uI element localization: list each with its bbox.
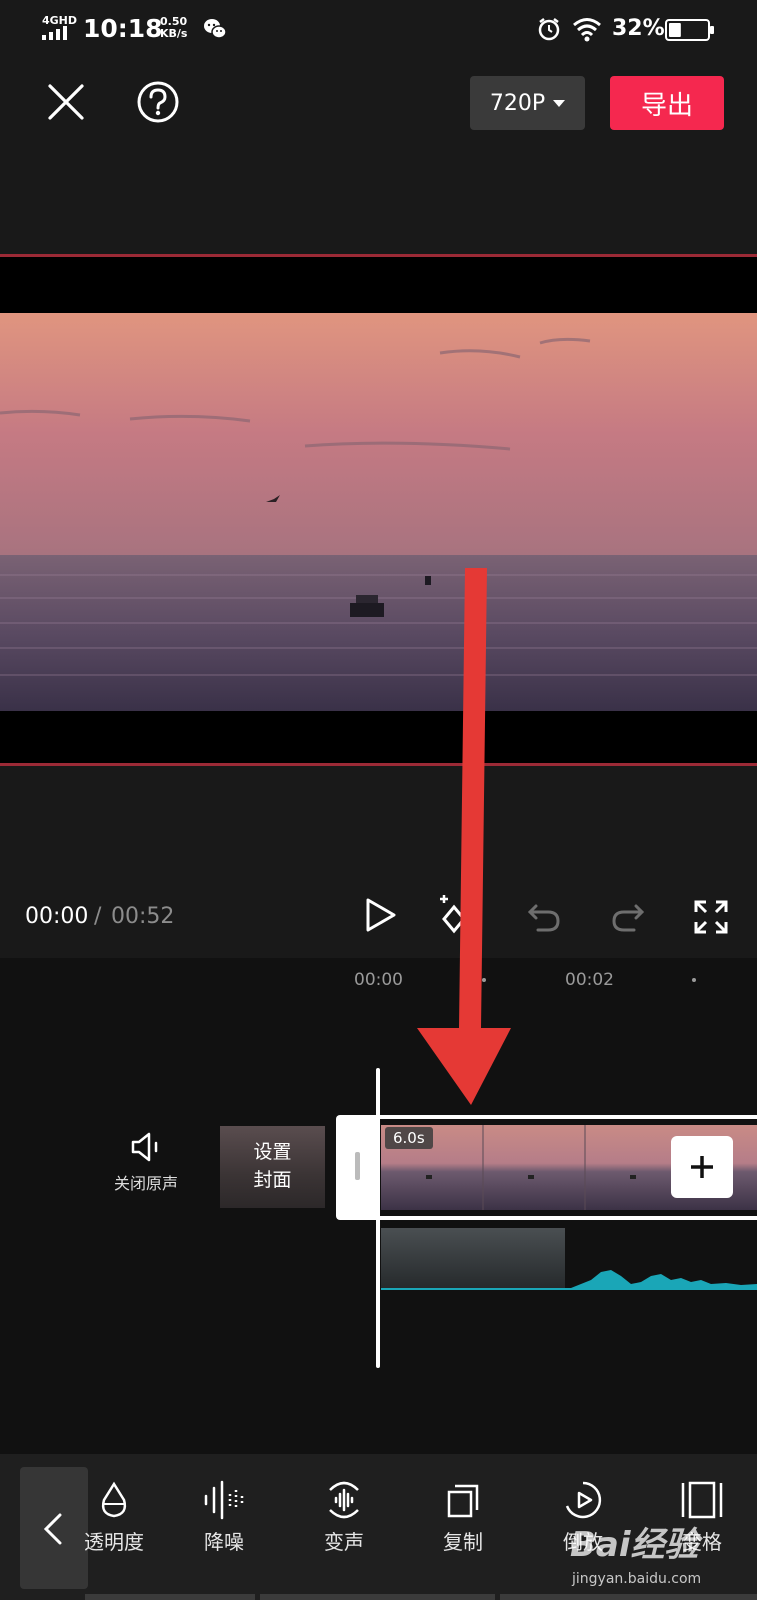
voice-change-icon [329, 1481, 359, 1519]
tab-indicator [260, 1594, 495, 1600]
play-button[interactable] [362, 897, 398, 933]
tool-copy[interactable]: 复制 [415, 1480, 511, 1570]
frame-icon [681, 1481, 723, 1519]
video-frame-image [0, 313, 757, 711]
caret-down-icon [553, 99, 566, 107]
set-cover-button[interactable]: 设置 封面 [220, 1126, 325, 1208]
help-button[interactable] [136, 80, 180, 124]
total-time: 00:52 [111, 904, 175, 929]
time-separator: / [94, 904, 102, 929]
fullscreen-button[interactable] [694, 900, 728, 934]
tab-indicator [85, 1594, 255, 1600]
tool-noise-reduction[interactable]: 降噪 [176, 1480, 272, 1570]
plus-icon [691, 1156, 713, 1178]
tool-voice-changer[interactable]: 变声 [296, 1480, 392, 1570]
waveform-bars-icon [204, 1480, 244, 1520]
redo-button[interactable] [610, 900, 646, 934]
watermark-url: jingyan.baidu.com [572, 1571, 702, 1587]
trim-handle-grip [355, 1152, 360, 1180]
resolution-dropdown[interactable]: 720P [470, 76, 585, 130]
wifi-icon [573, 18, 601, 42]
signal-icon [42, 26, 67, 40]
time-ruler-dot [692, 978, 696, 982]
undo-button[interactable] [526, 900, 562, 934]
network-speed: 0.50 KB/s [160, 15, 188, 40]
baidu-logo: Bai经验 [570, 1525, 699, 1565]
speaker-icon [131, 1132, 158, 1162]
close-button[interactable] [44, 80, 88, 124]
drop-icon [101, 1481, 127, 1518]
battery-percent: 32% [612, 16, 665, 41]
playhead[interactable] [376, 1068, 380, 1368]
annotation-arrow-icon [417, 568, 511, 1105]
resolution-value: 720P [489, 90, 546, 116]
copy-icon [447, 1484, 479, 1518]
time-ruler-tick: 00:00 [354, 970, 403, 990]
export-button[interactable]: 导出 [610, 76, 724, 130]
tool-opacity[interactable]: 透明度 [66, 1480, 162, 1570]
mute-original-audio-button[interactable]: 关闭原声 [105, 1130, 187, 1210]
battery-icon [665, 19, 714, 41]
status-bar: 4GHD 10:18 0.50 KB/s 32% [0, 0, 757, 60]
reverse-play-icon [565, 1481, 602, 1519]
alarm-icon [538, 18, 560, 41]
audio-waveform-track[interactable] [381, 1228, 757, 1294]
add-clip-button[interactable] [671, 1136, 733, 1198]
baidu-watermark: Bai经验 jingyan.baidu.com [570, 1515, 750, 1595]
mute-label: 关闭原声 [113, 1174, 178, 1193]
clock: 10:18 [83, 14, 163, 43]
clip-duration-badge: 6.0s [385, 1127, 433, 1149]
wechat-icon [204, 19, 227, 39]
canvas-guide-bottom [0, 763, 757, 766]
current-time: 00:00 [25, 904, 89, 929]
time-ruler-tick: 00:02 [565, 970, 614, 990]
